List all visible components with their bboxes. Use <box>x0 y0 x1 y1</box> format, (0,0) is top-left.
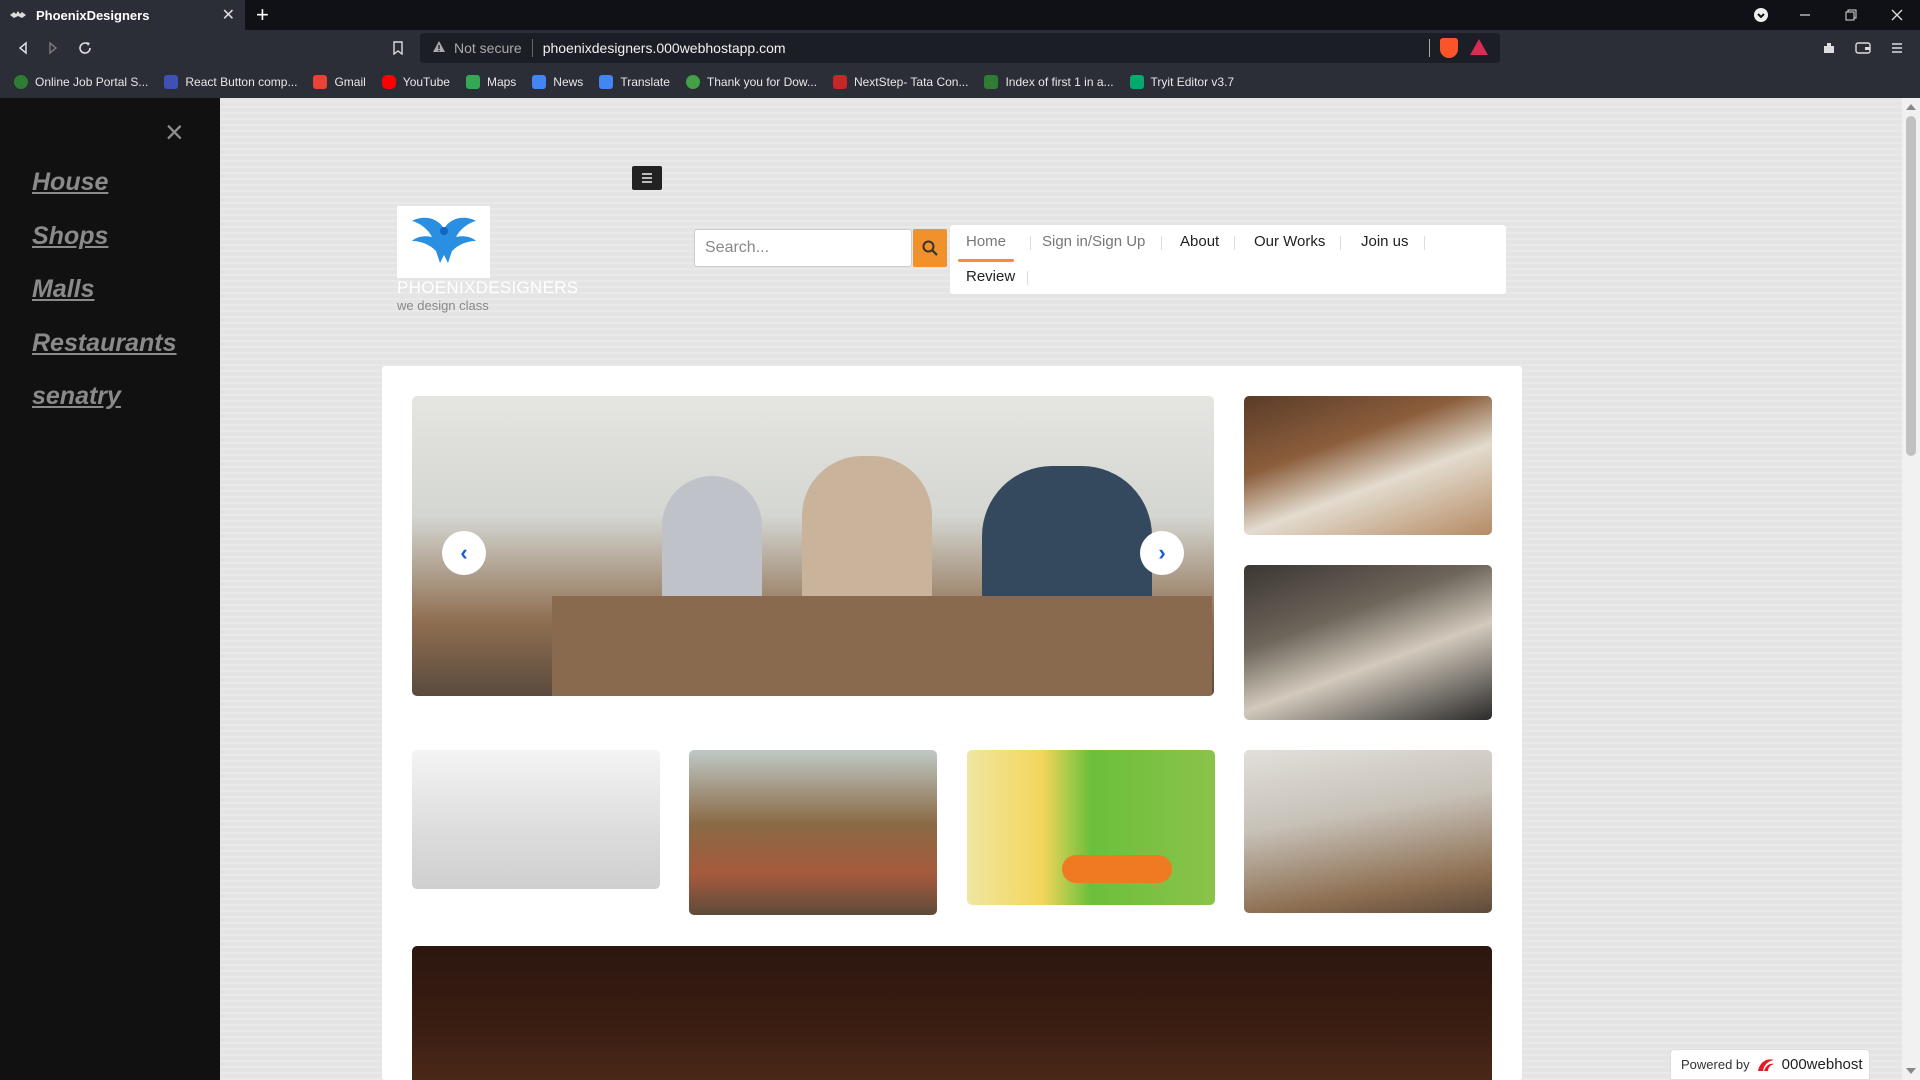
back-icon[interactable] <box>10 36 36 60</box>
side-navigation: × House Shops Malls Restaurants senatry <box>0 98 220 1080</box>
minimize-icon[interactable] <box>1782 0 1828 30</box>
url-divider <box>531 39 533 57</box>
bookmark-item[interactable]: React Button comp... <box>164 75 297 89</box>
slider-next-button[interactable]: › <box>1140 531 1184 575</box>
brand-name: PHOENIXDESIGNERS <box>397 278 579 297</box>
profile-icon[interactable] <box>1738 0 1784 30</box>
bookmark-favicon-icon <box>1129 75 1144 89</box>
web-page: × House Shops Malls Restaurants senatry … <box>0 98 1920 1080</box>
sidenav-item-malls[interactable]: Malls <box>32 275 95 304</box>
hamburger-menu-icon[interactable] <box>632 166 662 190</box>
sidenav-item-senatry[interactable]: senatry <box>32 382 121 411</box>
main-menu: Home Sign in/Sign Up About Our Works Joi… <box>950 225 1506 294</box>
tab-close-icon[interactable]: ✕ <box>222 5 235 25</box>
scroll-down-icon[interactable] <box>1906 1068 1916 1074</box>
webhost-logo-icon <box>1756 1057 1776 1073</box>
youtube-icon <box>381 75 396 89</box>
news-icon <box>532 75 547 89</box>
menu-divider <box>1234 236 1235 250</box>
gallery-image-bedroom[interactable] <box>412 750 660 889</box>
reload-icon[interactable] <box>72 36 98 60</box>
brave-shields-icon[interactable] <box>1440 38 1458 58</box>
bookmark-item[interactable]: Thank you for Dow... <box>685 75 817 89</box>
sidenav-item-house[interactable]: House <box>32 168 108 197</box>
content-panel: ‹ › <box>382 366 1522 1080</box>
warning-icon[interactable] <box>432 40 446 56</box>
slider-photo-table <box>552 596 1212 696</box>
menu-item-review[interactable]: Review <box>966 268 1015 285</box>
browser-tab-bar: PhoenixDesigners ✕ + <box>0 0 1920 30</box>
forward-icon[interactable] <box>40 36 66 60</box>
bookmark-favicon-icon <box>984 75 999 89</box>
image-slider[interactable]: ‹ › <box>412 396 1214 696</box>
bookmark-item[interactable]: NextStep- Tata Con... <box>832 75 968 89</box>
bookmark-item[interactable]: YouTube <box>381 75 450 89</box>
search-input[interactable]: Search... <box>694 229 912 267</box>
menu-divider <box>1027 271 1028 285</box>
gallery-image-mall-arcade[interactable] <box>689 750 937 915</box>
browser-toolbar: Not secure phoenixdesigners.000webhostap… <box>0 30 1920 66</box>
scrollbar-thumb[interactable] <box>1906 116 1916 456</box>
shields-divider <box>1429 39 1430 57</box>
bookmarks-bar: Online Job Portal S... React Button comp… <box>0 66 1920 98</box>
tab-title: PhoenixDesigners <box>36 7 150 23</box>
gallery-image-green-room[interactable] <box>967 750 1215 905</box>
menu-divider <box>1340 236 1341 250</box>
menu-divider <box>1030 236 1031 250</box>
menu-divider <box>1424 236 1425 250</box>
window-close-icon[interactable] <box>1874 0 1920 30</box>
scroll-up-icon[interactable] <box>1906 104 1916 110</box>
powered-by-label: Powered by <box>1681 1057 1750 1072</box>
bookmark-item[interactable]: Gmail <box>313 75 366 89</box>
sidenav-close-icon[interactable]: × <box>165 116 184 148</box>
menu-item-home[interactable]: Home <box>966 233 1006 250</box>
menu-item-our-works[interactable]: Our Works <box>1254 233 1325 250</box>
bookmark-item[interactable]: Index of first 1 in a... <box>984 75 1114 89</box>
bookmark-item[interactable]: Maps <box>465 75 516 89</box>
security-label[interactable]: Not secure <box>454 40 522 56</box>
search-button[interactable] <box>913 229 947 267</box>
gmail-icon <box>313 75 328 89</box>
wallet-icon[interactable] <box>1850 36 1876 60</box>
bookmark-favicon-icon <box>164 75 179 89</box>
menu-divider <box>1161 236 1162 250</box>
sidenav-item-restaurants[interactable]: Restaurants <box>32 329 177 358</box>
menu-icon[interactable] <box>1884 36 1910 60</box>
webhost-name: 000webhost <box>1781 1056 1863 1073</box>
search-icon <box>922 240 938 256</box>
bookmark-favicon-icon <box>685 75 700 89</box>
menu-item-join-us[interactable]: Join us <box>1361 233 1409 250</box>
gallery-image-living-room[interactable] <box>1244 396 1492 535</box>
bookmark-favicon-icon <box>832 75 847 89</box>
bat-favicon-icon <box>10 10 26 20</box>
powered-by-badge[interactable]: Powered by 000webhost <box>1670 1049 1870 1080</box>
bookmark-item[interactable]: Tryit Editor v3.7 <box>1129 75 1234 89</box>
menu-item-about[interactable]: About <box>1180 233 1219 250</box>
url-text[interactable]: phoenixdesigners.000webhostapp.com <box>543 40 786 56</box>
slider-prev-button[interactable]: ‹ <box>442 531 486 575</box>
bookmark-item[interactable]: Online Job Portal S... <box>14 75 148 89</box>
gallery-image-apartment[interactable] <box>1244 750 1492 913</box>
browser-tab[interactable]: PhoenixDesigners ✕ <box>0 0 245 30</box>
orange-sofa <box>1062 855 1172 883</box>
page-scrollbar[interactable] <box>1902 98 1920 1080</box>
phoenix-logo[interactable] <box>397 206 490 278</box>
active-indicator <box>958 259 1014 262</box>
gallery-image-lounge[interactable] <box>1244 565 1492 720</box>
brand-tagline: we design class <box>397 298 489 313</box>
new-tab-button[interactable]: + <box>256 3 269 27</box>
bookmark-icon[interactable] <box>385 36 411 60</box>
brave-rewards-icon[interactable] <box>1470 39 1488 55</box>
bookmark-favicon-icon <box>14 75 28 89</box>
sidenav-item-shops[interactable]: Shops <box>32 222 108 251</box>
banner-image[interactable] <box>412 946 1492 1080</box>
bookmark-item[interactable]: Translate <box>599 75 670 89</box>
restore-icon[interactable] <box>1828 0 1874 30</box>
menu-item-signin[interactable]: Sign in/Sign Up <box>1042 233 1145 250</box>
address-bar[interactable]: Not secure phoenixdesigners.000webhostap… <box>420 33 1500 63</box>
maps-icon <box>465 75 480 89</box>
extensions-icon[interactable] <box>1816 36 1842 60</box>
bookmark-item[interactable]: News <box>532 75 583 89</box>
translate-icon <box>599 75 614 89</box>
